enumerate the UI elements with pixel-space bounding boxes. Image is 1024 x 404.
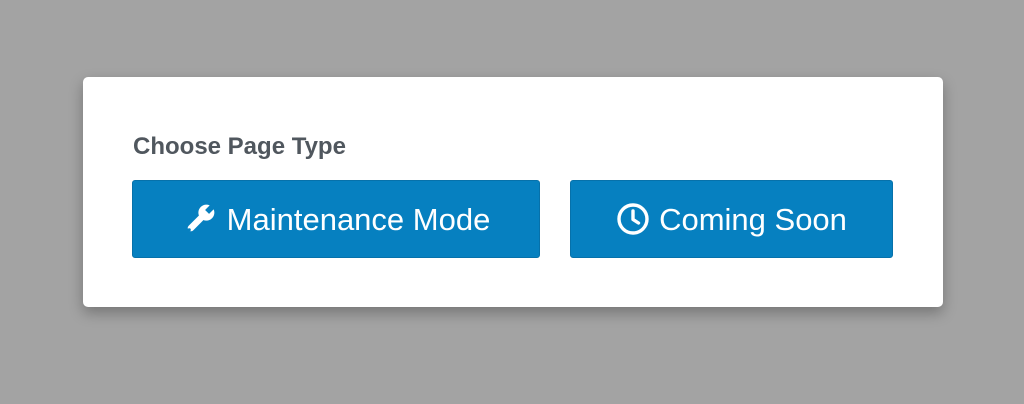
clock-icon (616, 202, 650, 236)
choose-page-type-dialog: Choose Page Type Maintenance Mode Coming… (83, 77, 943, 307)
coming-soon-label: Coming Soon (659, 201, 847, 237)
wrench-icon (182, 201, 218, 237)
maintenance-mode-label: Maintenance Mode (226, 201, 491, 237)
dialog-heading: Choose Page Type (133, 133, 346, 160)
maintenance-mode-button[interactable]: Maintenance Mode (132, 180, 540, 258)
coming-soon-button[interactable]: Coming Soon (570, 180, 893, 258)
